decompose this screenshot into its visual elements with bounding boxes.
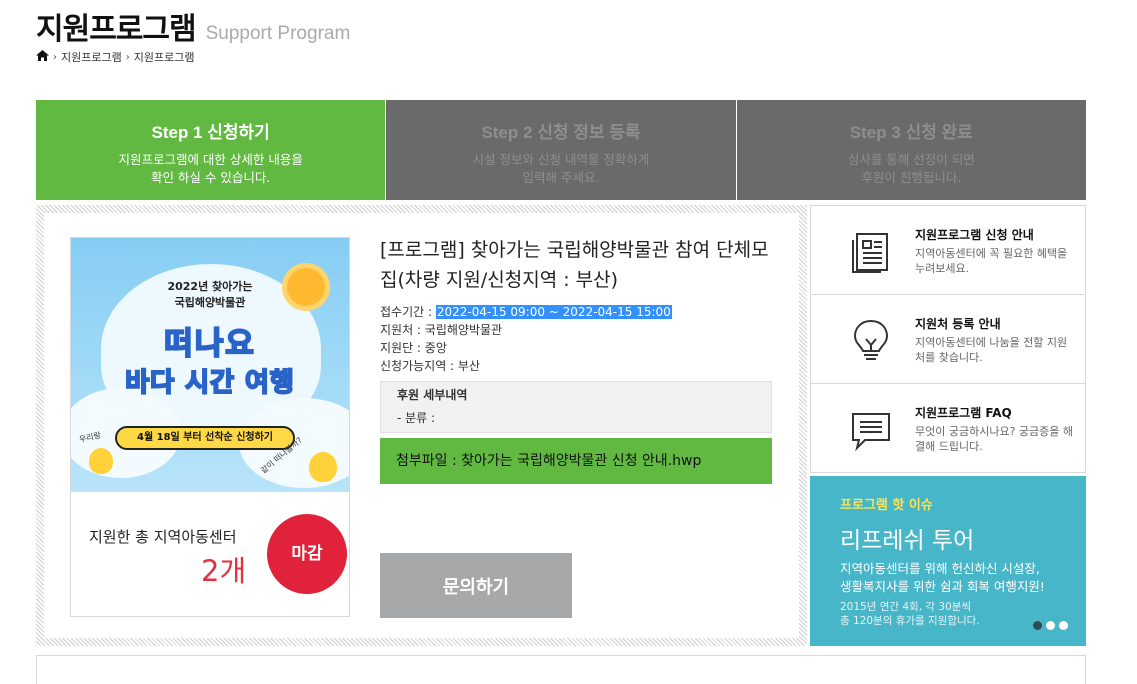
hot-issue-tag: 프로그램 핫 이슈: [840, 498, 933, 513]
sidebar-item-sponsor-guide[interactable]: 지원처 등록 안내 지역아동센터에 나눔을 전할 지원처를 찾습니다.: [811, 295, 1085, 384]
program-detail-panel: 2022년 찾아가는 국립해양박물관 떠나요 바다 시간 여행 4월 18일 부…: [36, 205, 807, 646]
poster-text: 국립해양박물관: [174, 296, 246, 309]
program-period: 접수기간 : 2022-04-15 09:00 ~ 2022-04-15 15:…: [380, 303, 780, 321]
hot-issue-title: 리프레쉬 투어: [840, 528, 975, 554]
program-detail-inner: 2022년 찾아가는 국립해양박물관 떠나요 바다 시간 여행 4월 18일 부…: [44, 213, 799, 638]
program-poster-image: 2022년 찾아가는 국립해양박물관 떠나요 바다 시간 여행 4월 18일 부…: [71, 238, 349, 492]
breadcrumb-item[interactable]: 지원프로그램: [134, 49, 195, 65]
hot-issue-banner[interactable]: 프로그램 핫 이슈 리프레쉬 투어 지역아동센터를 위해 헌신하신 시설장, 생…: [810, 476, 1086, 646]
chick-illustration: [309, 452, 337, 482]
support-category: - 분류 :: [397, 411, 436, 425]
step-desc-line: 심사를 통해 선정이 되면: [847, 152, 975, 167]
sidebar-item-title: 지원프로그램 FAQ: [915, 406, 1012, 420]
page-subtitle: Support Program: [205, 23, 351, 44]
inquiry-button[interactable]: 문의하기: [380, 553, 572, 618]
step-desc: 지원프로그램에 대한 상세한 내용을 확인 하실 수 있습니다.: [36, 151, 385, 187]
step-desc-line: 확인 하실 수 있습니다.: [150, 170, 271, 185]
sidebar-item-title: 지원프로그램 신청 안내: [915, 228, 1034, 242]
poster-headline: 바다 시간 여행: [124, 367, 295, 399]
poster-card: 2022년 찾아가는 국립해양박물관 떠나요 바다 시간 여행 4월 18일 부…: [70, 237, 350, 617]
step-1: Step 1 신청하기 지원프로그램에 대한 상세한 내용을 확인 하실 수 있…: [36, 100, 387, 200]
chat-icon: [851, 408, 891, 452]
attachment-link[interactable]: 첨부파일 : 찾아가는 국립해양박물관 신청 안내.hwp: [380, 438, 772, 484]
support-detail-box: 후원 세부내역 - 분류 :: [380, 381, 772, 433]
step-indicator: Step 1 신청하기 지원프로그램에 대한 상세한 내용을 확인 하실 수 있…: [36, 100, 1086, 200]
page-header: 지원프로그램 Support Program: [36, 4, 350, 48]
step-desc: 시설 정보와 신청 내역을 정확하게 입력해 주세요.: [386, 151, 735, 187]
step-3: Step 3 신청 완료 심사를 통해 선정이 되면 후원이 진행됩니다.: [736, 100, 1086, 200]
support-count-value: 2개: [201, 554, 247, 588]
step-desc-line: 입력해 주세요.: [522, 170, 600, 185]
sidebar-item-desc: 무엇이 궁금하시나요? 궁금증을 해결해 드립니다.: [915, 425, 1074, 453]
hot-issue-desc-line: 지역아동센터를 위해 헌신하신 시설장,: [840, 561, 1040, 576]
program-region: 신청가능지역 : 부산: [380, 359, 480, 373]
poster-text: 2022년 찾아가는: [167, 280, 253, 293]
content-section: [36, 655, 1086, 684]
slide-dot[interactable]: [1046, 621, 1055, 630]
program-title: [프로그램] 찾아가는 국립해양박물관 참여 단체모집(차량 지원/신청지역 :…: [380, 239, 769, 291]
chick-illustration: [89, 448, 113, 474]
hot-issue-note-line: 2015년 연간 4회, 각 30분씩: [840, 601, 972, 613]
program-info: [프로그램] 찾아가는 국립해양박물관 참여 단체모집(차량 지원/신청지역 :…: [380, 235, 780, 484]
step-desc-line: 후원이 진행됩니다.: [861, 170, 962, 185]
support-detail-heading: 후원 세부내역: [397, 388, 468, 402]
step-title: Step 2 신청 정보 등록: [481, 123, 641, 142]
sidebar-item-desc: 지역아동센터에 나눔을 전할 지원처를 찾습니다.: [915, 336, 1068, 364]
poster-headline: 떠나요: [163, 325, 256, 363]
breadcrumb-item[interactable]: 지원프로그램: [61, 49, 122, 65]
chevron-right-icon: ›: [125, 51, 130, 63]
hot-issue-desc: 지역아동센터를 위해 헌신하신 시설장, 생활복지사를 위한 쉼과 회복 여행지…: [840, 560, 1086, 596]
breadcrumb: › 지원프로그램 › 지원프로그램: [36, 49, 194, 65]
support-count-label: 지원한 총 지역아동센터: [89, 528, 237, 546]
program-period-value: 2022-04-15 09:00 ~ 2022-04-15 15:00: [435, 305, 672, 319]
sidebar-item-desc: 지역아동센터에 꼭 필요한 혜택을 누려보세요.: [915, 247, 1068, 275]
step-title: Step 1 신청하기: [151, 123, 270, 142]
chevron-right-icon: ›: [53, 51, 57, 63]
program-meta: 접수기간 : 2022-04-15 09:00 ~ 2022-04-15 15:…: [380, 303, 780, 375]
document-icon: [851, 230, 891, 274]
sidebar-item-apply-guide[interactable]: 지원프로그램 신청 안내 지역아동센터에 꼭 필요한 혜택을 누려보세요.: [811, 206, 1085, 295]
home-icon[interactable]: [36, 50, 49, 64]
program-group: 지원단 : 중앙: [380, 341, 447, 355]
closed-badge: 마감: [267, 514, 347, 594]
slide-pager: [1033, 621, 1068, 630]
step-title: Step 3 신청 완료: [849, 123, 973, 142]
step-desc-line: 시설 정보와 신청 내역을 정확하게: [472, 152, 650, 167]
slide-dot[interactable]: [1033, 621, 1042, 630]
hot-issue-desc-line: 생활복지사를 위한 쉼과 회복 여행지원!: [840, 579, 1045, 594]
sidebar-item-title: 지원처 등록 안내: [915, 317, 1001, 331]
step-desc-line: 지원프로그램에 대한 상세한 내용을: [118, 152, 303, 167]
step-2: Step 2 신청 정보 등록 시설 정보와 신청 내역을 정확하게 입력해 주…: [386, 100, 737, 200]
poster-pill: 4월 18일 부터 선착순 신청하기: [115, 426, 295, 450]
slide-dot[interactable]: [1059, 621, 1068, 630]
step-desc: 심사를 통해 선정이 되면 후원이 진행됩니다.: [737, 151, 1086, 187]
program-org: 지원처 : 국립해양박물관: [380, 323, 503, 337]
program-period-label: 접수기간 :: [380, 305, 436, 319]
sidebar-guide: 지원프로그램 신청 안내 지역아동센터에 꼭 필요한 혜택을 누려보세요. 지원…: [810, 205, 1086, 473]
lightbulb-icon: [851, 319, 891, 363]
sidebar-item-faq[interactable]: 지원프로그램 FAQ 무엇이 궁금하시나요? 궁금증을 해결해 드립니다.: [811, 384, 1085, 473]
page-title: 지원프로그램: [36, 12, 197, 47]
